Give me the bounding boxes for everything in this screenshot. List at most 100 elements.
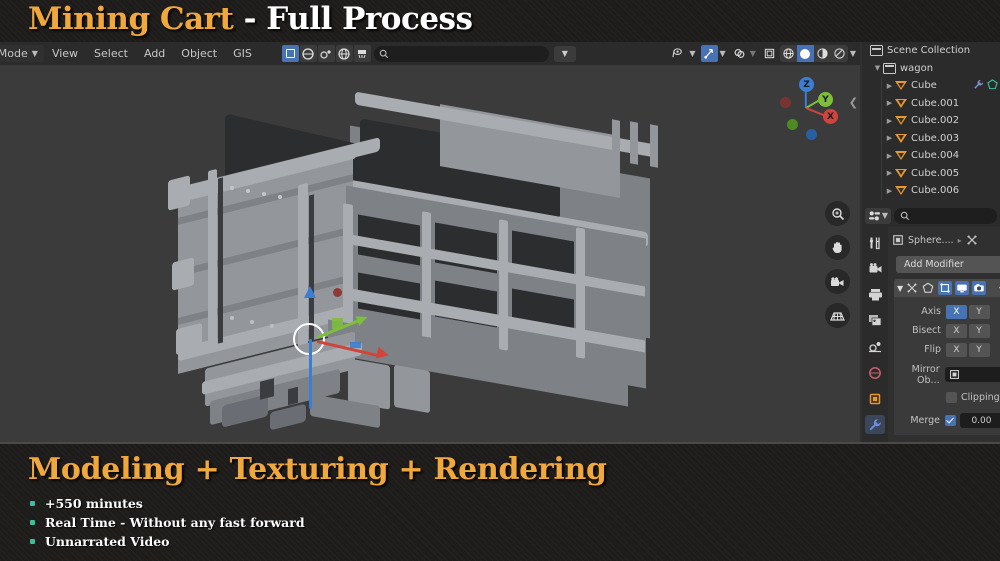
header-search-input[interactable] — [374, 46, 549, 62]
merge-value-field[interactable]: 0.00 — [960, 413, 1000, 428]
outliner-scene-collection-row[interactable]: Scene Collection — [862, 42, 1000, 60]
editor-type-button[interactable]: ▼ — [865, 208, 891, 224]
shading-rendered-icon[interactable] — [831, 45, 848, 62]
header-tool-icons: ▼ — [282, 45, 576, 62]
mirror-modifier-panel: ▼ ▾ — [894, 279, 1000, 435]
gizmo-xy-plane-handle[interactable] — [332, 318, 343, 329]
outliner-row-cube-004[interactable]: ▶ Cube.004 — [862, 147, 1000, 165]
bisect-y-button[interactable]: Y — [969, 324, 990, 338]
mesh-data-icon — [987, 79, 998, 90]
mining-cart-model[interactable] — [150, 100, 690, 442]
modifier-show-render-icon[interactable] — [972, 281, 986, 295]
navigation-gizmo[interactable]: Z Y X — [776, 77, 838, 139]
flip-y-button[interactable]: Y — [969, 343, 990, 357]
outliner-row-cube-005[interactable]: ▶ Cube.005 — [862, 165, 1000, 183]
outliner-row-cube-006[interactable]: ▶ Cube.006 — [862, 182, 1000, 200]
xray-toggle-icon[interactable] — [761, 45, 778, 62]
output-tab-icon[interactable] — [865, 285, 885, 304]
disclosure-triangle-icon[interactable]: ▶ — [884, 117, 895, 125]
modifier-show-edit-mode-icon[interactable] — [938, 281, 952, 295]
disclosure-triangle-icon[interactable]: ▶ — [884, 187, 895, 195]
nav-axis-neg-y[interactable] — [787, 119, 798, 130]
proportional-edit-icon[interactable] — [318, 45, 335, 62]
grid-ortho-icon[interactable] — [825, 303, 850, 328]
scene-tab-icon[interactable] — [865, 337, 885, 356]
gizmo-x-axis[interactable] — [317, 340, 378, 357]
disclosure-triangle-icon[interactable]: ▶ — [884, 82, 895, 90]
object-tab-icon[interactable] — [865, 389, 885, 408]
view-object-types-icon[interactable] — [670, 45, 687, 62]
bisect-x-button[interactable]: X — [946, 324, 967, 338]
outliner-panel[interactable]: Scene Collection ▼ wagon ▶ Cube — [862, 42, 1000, 204]
menu-gis[interactable]: GIS — [225, 45, 260, 62]
search-icon — [900, 211, 910, 221]
modifier-tab-icon[interactable] — [865, 415, 885, 434]
shading-solid-icon[interactable] — [797, 45, 814, 62]
hand-pan-icon[interactable] — [825, 235, 850, 260]
outliner-collection-wagon-row[interactable]: ▼ wagon — [862, 60, 1000, 78]
chevron-down-icon-gizmo[interactable]: ▼ — [720, 49, 726, 58]
merge-checkbox[interactable] — [945, 415, 956, 426]
menu-add[interactable]: Add — [136, 45, 173, 62]
nav-axis-neg-z[interactable] — [806, 129, 817, 140]
camera-view-icon[interactable] — [825, 269, 850, 294]
properties-editor[interactable]: ▼ — [862, 204, 1000, 442]
outliner-row-cube-003[interactable]: ▶ Cube.003 — [862, 130, 1000, 148]
world-tab-icon[interactable] — [865, 363, 885, 382]
mirror-object-field[interactable] — [945, 367, 1000, 382]
object-label: Cube.001 — [911, 98, 959, 109]
outliner-row-cube-002[interactable]: ▶ Cube.002 — [862, 112, 1000, 130]
disclosure-triangle-icon[interactable]: ▶ — [884, 134, 895, 142]
axis-y-button[interactable]: Y — [969, 305, 990, 319]
outliner-row-cube-001[interactable]: ▶ Cube.001 — [862, 95, 1000, 113]
outliner-row-cube[interactable]: ▶ Cube — [862, 77, 1000, 95]
chevron-down-icon-shading[interactable]: ▼ — [850, 49, 856, 58]
disclosure-triangle-icon[interactable]: ▶ — [884, 152, 895, 160]
nav-axis-z[interactable]: Z — [799, 77, 814, 92]
gizmo-x-rotate-handle[interactable] — [333, 288, 342, 297]
sidebar-collapse-arrow-icon[interactable]: ❮ — [849, 96, 858, 109]
properties-search-input[interactable] — [894, 208, 997, 224]
flip-x-button[interactable]: X — [946, 343, 967, 357]
transform-gizmo[interactable] — [293, 268, 403, 378]
viewport-header: t Mode ▼ View Select Add Object GIS — [0, 42, 860, 65]
snap-magnet-icon[interactable] — [300, 45, 317, 62]
shading-material-icon[interactable] — [814, 45, 831, 62]
add-modifier-button[interactable]: Add Modifier — [896, 256, 1000, 273]
global-orientation-icon[interactable] — [336, 45, 353, 62]
disclosure-triangle-icon[interactable]: ▼ — [872, 64, 883, 72]
snap-increment-icon[interactable] — [354, 45, 371, 62]
render-tab-icon[interactable] — [865, 259, 885, 278]
nav-axis-x[interactable]: X — [823, 109, 838, 124]
clipping-checkbox[interactable] — [946, 392, 957, 403]
disclosure-triangle-icon[interactable]: ▼ — [897, 284, 903, 293]
axis-x-button[interactable]: X — [946, 305, 967, 319]
menu-object[interactable]: Object — [173, 45, 225, 62]
show-overlays-icon[interactable] — [731, 45, 748, 62]
nav-axis-neg-x[interactable] — [780, 97, 791, 108]
modifier-panel-header[interactable]: ▼ ▾ — [894, 279, 1000, 297]
modifier-show-viewport-icon[interactable] — [955, 281, 969, 295]
disclosure-triangle-icon[interactable]: ▶ — [884, 169, 895, 177]
3d-viewport[interactable]: Z Y X ❮ — [0, 65, 860, 442]
zoom-icon[interactable] — [825, 201, 850, 226]
modifier-show-edit-mode-cage-icon[interactable] — [921, 281, 935, 295]
tool-tab-icon[interactable] — [865, 233, 885, 252]
mode-selector[interactable]: t Mode ▼ — [0, 45, 44, 62]
screen: Mining Cart - Full Process t Mode ▼ View… — [0, 0, 1000, 561]
header-dropdown-button[interactable]: ▼ — [554, 46, 576, 62]
gizmo-z-axis[interactable] — [309, 339, 312, 409]
breadcrumb[interactable]: Sphere.... ▸ — [892, 231, 1000, 249]
view-layer-tab-icon[interactable] — [865, 311, 885, 330]
menu-view[interactable]: View — [44, 45, 86, 62]
disclosure-triangle-icon[interactable]: ▶ — [884, 99, 895, 107]
show-gizmo-icon[interactable] — [701, 45, 718, 62]
gizmo-xz-plane-handle[interactable] — [350, 342, 361, 348]
mirror-axis-row: Axis X Y — [894, 303, 1000, 320]
chevron-down-icon-overlays-b[interactable]: ▼ — [750, 49, 756, 58]
menu-select[interactable]: Select — [86, 45, 136, 62]
shading-wireframe-icon[interactable] — [780, 45, 797, 62]
transform-pivot-icon[interactable] — [282, 45, 299, 62]
nav-axis-y[interactable]: Y — [818, 92, 833, 107]
chevron-down-icon-overlays-a[interactable]: ▼ — [689, 49, 695, 58]
